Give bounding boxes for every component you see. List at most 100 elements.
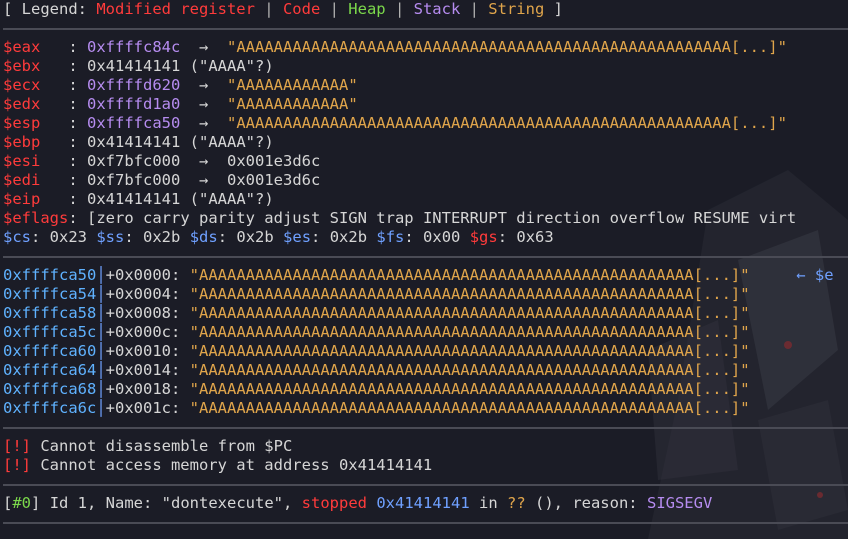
register-value: 0xffffd620 (87, 76, 181, 94)
stack-value: "AAAAAAAAAAAAAAAAAAAAAAAAAAAAAAAAAAAAAAA… (189, 361, 750, 379)
register-name: $ebp (3, 133, 41, 151)
register-name: $esp (3, 114, 41, 132)
stack-offset: +0x0014: (105, 361, 190, 379)
legend-heap: Heap (348, 0, 386, 18)
segment-value: 0x2b (236, 228, 274, 246)
register-deref: "AAAAAAAAAAAA" (227, 95, 358, 113)
bottom-separator (0, 513, 848, 532)
register-edi: $edi : 0xf7bfc000 → 0x001e3d6c (3, 171, 321, 189)
stack-value: "AAAAAAAAAAAAAAAAAAAAAAAAAAAAAAAAAAAAAAA… (189, 266, 750, 284)
deref-arrow: → (180, 152, 227, 170)
stack-value: "AAAAAAAAAAAAAAAAAAAAAAAAAAAAAAAAAAAAAAA… (189, 399, 750, 417)
register-value: 0xffffd1a0 (87, 95, 181, 113)
error-text: Cannot access memory at address 0x414141… (31, 456, 433, 474)
stack-address: 0xffffca5c (3, 323, 97, 341)
register-name: $ecx (3, 76, 41, 94)
thread-in: in (469, 494, 507, 512)
threads-separator (0, 475, 848, 494)
stack-value: "AAAAAAAAAAAAAAAAAAAAAAAAAAAAAAAAAAAAAAA… (189, 380, 750, 398)
register-ebp: $ebp : 0x41414141 ("AAAA"?) (3, 133, 274, 151)
segment-value: 0x23 (49, 228, 87, 246)
register-value: 0x41414141 (87, 133, 181, 151)
register-esi: $esi : 0xf7bfc000 → 0x001e3d6c (3, 152, 321, 170)
stack-address: 0xffffca60 (3, 342, 97, 360)
legend-sep: | (460, 0, 489, 18)
thread-function: ?? (506, 494, 526, 512)
register-name: $esi (3, 152, 41, 170)
code-separator (0, 418, 848, 437)
legend-sep: | (254, 0, 283, 18)
stack-offset: +0x0018: (105, 380, 190, 398)
stack-row: 0xffffca58│+0x0008: "AAAAAAAAAAAAAAAAAAA… (3, 304, 750, 322)
register-note: ("AAAA"?) (180, 133, 274, 151)
stack-row: 0xffffca54│+0x0004: "AAAAAAAAAAAAAAAAAAA… (3, 285, 750, 303)
stack-value: "AAAAAAAAAAAAAAAAAAAAAAAAAAAAAAAAAAAAAAA… (189, 342, 750, 360)
segment-value: 0x2b (329, 228, 368, 246)
error-text: Cannot disassemble from $PC (31, 437, 293, 455)
code-error-line: [!] Cannot access memory at address 0x41… (0, 456, 848, 475)
thread-line: [#0] Id 1, Name: "dontexecute", stopped … (0, 494, 848, 513)
stack-offset: +0x001c: (105, 399, 190, 417)
deref-arrow: → (180, 38, 227, 56)
stack-row: 0xffffca68│+0x0018: "AAAAAAAAAAAAAAAAAAA… (3, 380, 750, 398)
legend-sep: | (385, 0, 414, 18)
thread-bracket: [ (3, 494, 13, 512)
registers-separator (0, 19, 848, 38)
stack-row: 0xffffca50│+0x0000: "AAAAAAAAAAAAAAAAAAA… (3, 266, 834, 284)
thread-reason: SIGSEGV (646, 494, 713, 512)
error-tag: [!] (3, 437, 31, 455)
segment-name: $ss (96, 228, 125, 246)
register-eip: $eip : 0x41414141 ("AAAA"?) (3, 190, 274, 208)
register-value: 0xf7bfc000 (87, 152, 181, 170)
stack-value: "AAAAAAAAAAAAAAAAAAAAAAAAAAAAAAAAAAAAAAA… (189, 285, 750, 303)
error-tag: [!] (3, 456, 31, 474)
register-name: $eax (3, 38, 41, 56)
register-value: 0x41414141 (87, 57, 181, 75)
stack-row: 0xffffca64│+0x0014: "AAAAAAAAAAAAAAAAAAA… (3, 361, 750, 379)
thread-bracket: ] (31, 494, 41, 512)
stack-row: 0xffffca60│+0x0010: "AAAAAAAAAAAAAAAAAAA… (3, 342, 750, 360)
stack-separator (0, 247, 848, 266)
register-eflags: $eflags: [zero carry parity adjust SIGN … (3, 209, 797, 227)
stack-offset: +0x000c: (105, 323, 190, 341)
deref-arrow: → (180, 114, 227, 132)
deref-arrow: → (180, 171, 227, 189)
legend-line: [ Legend: Modified register | Code | Hea… (0, 0, 848, 19)
stack-address: 0xffffca50 (3, 266, 97, 284)
stack-offset: +0x0004: (105, 285, 190, 303)
code-error-line: [!] Cannot disassemble from $PC (0, 437, 848, 456)
segment-name: $es (283, 228, 312, 246)
segment-name: $cs (3, 228, 31, 246)
stack-pointer-marker: ← $e (749, 266, 834, 284)
register-note: ("AAAA"?) (180, 57, 274, 75)
stack-address: 0xffffca54 (3, 285, 97, 303)
register-edx: $edx : 0xffffd1a0 → "AAAAAAAAAAAA" (3, 95, 358, 113)
legend-modified: Modified register (96, 0, 255, 18)
stack-value: "AAAAAAAAAAAAAAAAAAAAAAAAAAAAAAAAAAAAAAA… (189, 323, 750, 341)
legend-string: String (488, 0, 545, 18)
segment-value: 0x63 (516, 228, 554, 246)
stack-address: 0xffffca68 (3, 380, 97, 398)
stack-value: "AAAAAAAAAAAAAAAAAAAAAAAAAAAAAAAAAAAAAAA… (189, 304, 750, 322)
terminal: [ Legend: Modified register | Code | Hea… (0, 0, 848, 532)
thread-reason-label: (), reason: (525, 494, 647, 512)
register-name: $edx (3, 95, 41, 113)
register-value: 0x41414141 (87, 190, 181, 208)
register-value: 0xffffc84c (87, 38, 181, 56)
deref-arrow: → (180, 76, 227, 94)
thread-id: #0 (12, 494, 32, 512)
segment-name: $fs (376, 228, 405, 246)
segment-registers: $cs: 0x23 $ss: 0x2b $ds: 0x2b $es: 0x2b … (3, 228, 554, 246)
register-name: $ebx (3, 57, 41, 75)
stack-offset: +0x0008: (105, 304, 190, 322)
thread-state: stopped (301, 494, 367, 512)
register-deref: 0x001e3d6c (227, 171, 321, 189)
register-deref: "AAAAAAAAAAAAAAAAAAAAAAAAAAAAAAAAAAAAAAA… (227, 38, 787, 56)
register-note: ("AAAA"?) (180, 190, 274, 208)
register-name: $eip (3, 190, 41, 208)
legend-close: ] (544, 0, 563, 18)
register-deref: "AAAAAAAAAAAA" (227, 76, 358, 94)
stack-row: 0xffffca6c│+0x001c: "AAAAAAAAAAAAAAAAAAA… (3, 399, 750, 417)
stack-address: 0xffffca58 (3, 304, 97, 322)
stack-address: 0xffffca6c (3, 399, 97, 417)
